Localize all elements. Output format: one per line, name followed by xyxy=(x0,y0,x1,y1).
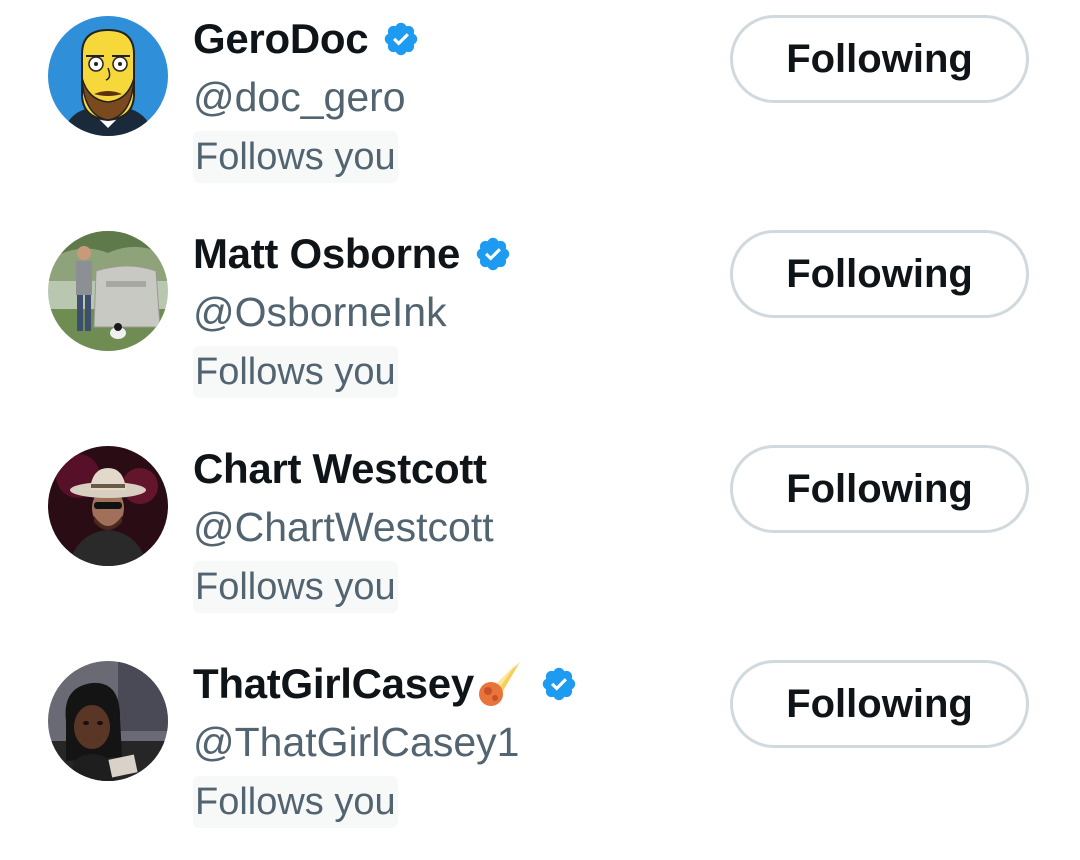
name-line: Chart Westcott xyxy=(193,444,487,494)
name-line: GeroDoc xyxy=(193,14,420,64)
follows-you-badge: Follows you xyxy=(193,346,398,398)
user-handle: @OsborneInk xyxy=(193,289,447,335)
user-row[interactable]: Chart Westcott @ChartWestcott Follows yo… xyxy=(0,430,1080,645)
user-row[interactable]: Matt Osborne @OsborneInk Follows you Fol… xyxy=(0,215,1080,430)
display-name[interactable]: GeroDoc xyxy=(193,15,369,63)
user-row[interactable]: GeroDoc @doc_gero Follows you Following xyxy=(0,0,1080,215)
following-button[interactable]: Following xyxy=(730,15,1029,103)
cartoon-bearded-man-avatar-icon xyxy=(48,16,168,136)
woman-selfie-photo-avatar-icon xyxy=(48,661,168,781)
avatar[interactable] xyxy=(48,231,168,351)
user-handle: @doc_gero xyxy=(193,74,406,120)
user-row[interactable]: ThatGirlCasey @ThatGirlCasey1 Follows yo… xyxy=(0,645,1080,860)
avatar[interactable] xyxy=(48,661,168,781)
following-button[interactable]: Following xyxy=(730,660,1029,748)
display-name[interactable]: Matt Osborne xyxy=(193,230,460,278)
avatar[interactable] xyxy=(48,16,168,136)
follows-you-badge: Follows you xyxy=(193,776,398,828)
man-by-gravestone-photo-avatar-icon xyxy=(48,231,168,351)
user-handle: @ChartWestcott xyxy=(193,504,494,550)
following-button[interactable]: Following xyxy=(730,230,1029,318)
name-line: Matt Osborne xyxy=(193,229,512,279)
following-button[interactable]: Following xyxy=(730,445,1029,533)
comet-emoji-icon xyxy=(474,658,526,710)
follows-you-badge: Follows you xyxy=(193,561,398,613)
verified-badge-icon xyxy=(474,235,512,273)
name-line: ThatGirlCasey xyxy=(193,659,578,709)
cowboy-hat-man-photo-avatar-icon xyxy=(48,446,168,566)
verified-badge-icon xyxy=(540,665,578,703)
follows-you-badge: Follows you xyxy=(193,131,398,183)
verified-badge-icon xyxy=(382,20,420,58)
avatar[interactable] xyxy=(48,446,168,566)
following-list: GeroDoc @doc_gero Follows you Following xyxy=(0,0,1080,837)
user-handle: @ThatGirlCasey1 xyxy=(193,719,520,765)
display-name[interactable]: ThatGirlCasey xyxy=(193,660,474,708)
display-name[interactable]: Chart Westcott xyxy=(193,445,487,493)
